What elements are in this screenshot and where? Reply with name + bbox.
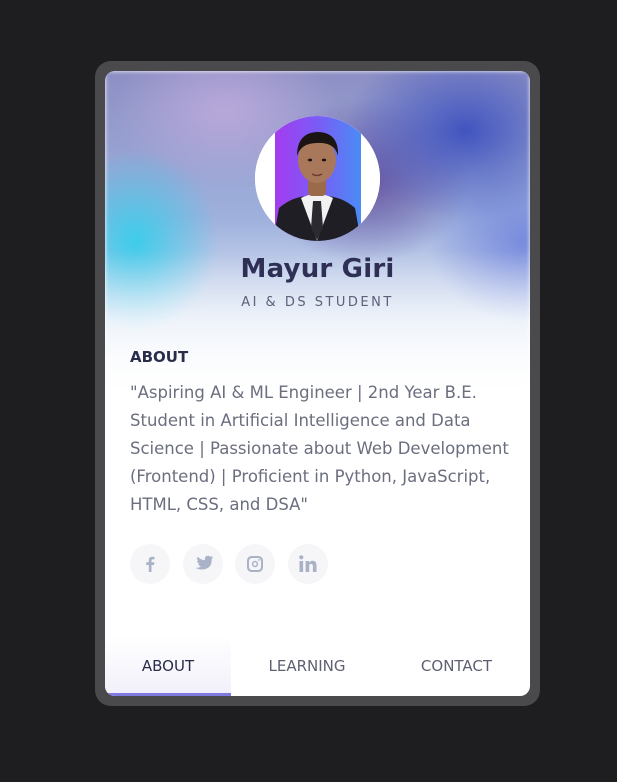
twitter-icon [194,555,213,570]
tab-learning[interactable]: LEARNING [231,636,383,696]
profile-card: Mayur Giri AI & DS STUDENT ABOUT "Aspiri… [105,71,530,696]
about-text: "Aspiring AI & ML Engineer | 2nd Year B.… [130,383,509,514]
linkedin-button[interactable] [287,544,328,584]
profile-name: Mayur Giri [240,254,395,284]
instagram-button[interactable] [235,544,275,584]
facebook-button[interactable] [130,544,170,584]
about-heading: ABOUT [130,348,189,366]
tab-contact[interactable]: CONTACT [383,636,530,696]
facebook-icon [146,556,155,572]
social-links [130,544,340,584]
card-frame: Mayur Giri AI & DS STUDENT ABOUT "Aspiri… [95,61,540,706]
tab-about[interactable]: ABOUT [105,636,231,696]
avatar [255,116,380,241]
linkedin-icon [298,555,316,572]
tab-bar: ABOUT LEARNING CONTACT [105,636,530,696]
profile-role: AI & DS STUDENT [241,295,394,310]
instagram-icon [247,556,263,572]
twitter-button[interactable] [182,544,223,584]
